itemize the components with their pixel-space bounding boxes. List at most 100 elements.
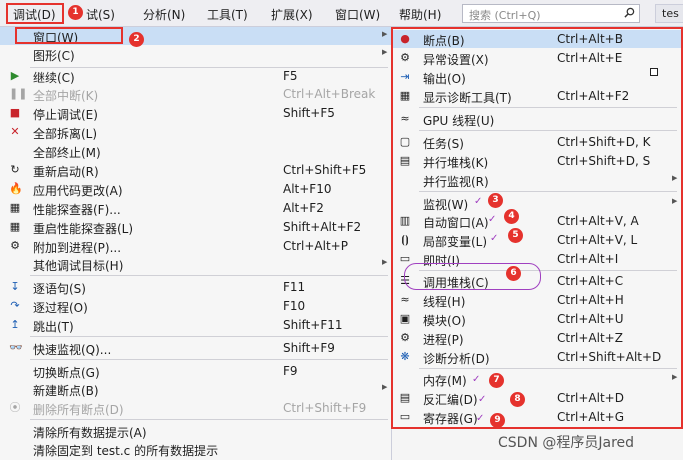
annotation-badge: 6 <box>506 266 521 281</box>
profiler-icon: ▦ <box>9 220 21 233</box>
tasks-icon: ▢ <box>399 135 411 148</box>
search-input[interactable]: 搜索 (Ctrl+Q) <box>462 4 640 23</box>
menu-item-attach-to-process[interactable]: ⚙ 附加到进程(P)... Ctrl+Alt+P <box>0 237 392 255</box>
menu-item-apply-code-changes[interactable]: 🔥 应用代码更改(A) Alt+F10 <box>0 180 392 198</box>
flame-icon: 🔥 <box>9 182 23 195</box>
check-mark-icon: ✓ <box>488 214 497 225</box>
output-icon: ⇥ <box>400 70 410 83</box>
submenu-arrow-icon: ▶ <box>672 197 678 205</box>
annotation-badge: 8 <box>510 392 525 407</box>
menu-item-registers[interactable]: ▭ 寄存器(G) Ctrl+Alt+G <box>393 408 681 426</box>
menu-item-restart[interactable]: ↻ 重新启动(R) Ctrl+Shift+F5 <box>0 161 392 179</box>
menu-item-step-over[interactable]: ↷ 逐过程(O) F10 <box>0 297 392 315</box>
menu-item-terminate-all[interactable]: 全部终止(M) <box>0 142 392 160</box>
document-tab[interactable]: tes <box>655 4 683 23</box>
selection-marker <box>650 68 658 76</box>
check-mark-icon: ✓ <box>474 196 483 207</box>
debug-menu: 窗口(W) ▶ 图形(C) ▶ ▶ 继续(C) F5 ❚❚ 全部中断(K) Ctrl+Alt… <box>0 27 392 460</box>
menu-help[interactable]: 帮助(H) <box>399 6 441 23</box>
menu-test[interactable]: 试(S) <box>86 6 115 23</box>
submenu-arrow-icon: ▶ <box>382 48 388 56</box>
stop-icon: ■ <box>9 106 21 119</box>
annotation-badge: 1 <box>68 5 83 20</box>
menu-item-step-into[interactable]: ↧ 逐语句(S) F11 <box>0 278 392 296</box>
restart-icon: ↻ <box>10 163 20 176</box>
window-submenu: ● 断点(B) Ctrl+Alt+B ⚙ 异常设置(X) Ctrl+Alt+E ⇥ 输出(… <box>391 27 683 429</box>
close-icon: ✕ <box>10 125 20 138</box>
menu-item-stop-debugging[interactable]: ■ 停止调试(E) Shift+F5 <box>0 104 392 122</box>
step-into-icon: ↧ <box>10 280 20 293</box>
attach-icon: ⚙ <box>10 239 20 252</box>
menu-item-processes[interactable]: ⚙ 进程(P) Ctrl+Alt+Z <box>393 329 681 347</box>
menu-item-delete-all-breakpoints[interactable]: ⦿ 删除所有断点(D) Ctrl+Shift+F9 <box>0 399 392 417</box>
menu-item-parallel-watch[interactable]: 并行监视(R) ▶ <box>393 171 681 189</box>
menu-item-gpu-threads[interactable]: ≈ GPU 线程(U) <box>393 110 681 129</box>
menu-item-quick-watch[interactable]: 👓 快速监视(Q)... Shift+F9 <box>0 339 392 357</box>
check-mark-icon: ✓ <box>478 394 487 405</box>
menu-item-watch[interactable]: 监视(W) ▶ <box>393 194 681 212</box>
gpu-threads-icon: ≈ <box>400 112 410 125</box>
pause-icon: ❚❚ <box>9 87 28 100</box>
registers-icon: ▭ <box>399 410 411 423</box>
menu-window[interactable]: 窗口(W) <box>335 6 380 23</box>
autos-icon: ▥ <box>399 214 411 227</box>
menu-extensions[interactable]: 扩展(X) <box>271 6 313 23</box>
menu-item-diagnostic-analysis[interactable]: ❋ 诊断分析(D) Ctrl+Shift+Alt+D <box>393 348 681 366</box>
parallel-stacks-icon: ▤ <box>399 154 411 167</box>
locals-icon: ⦗⦘ <box>401 233 409 246</box>
search-icon <box>624 7 635 18</box>
menu-item-performance-profiler[interactable]: ▦ 性能探查器(F)... Alt+F2 <box>0 199 392 217</box>
menu-item-step-out[interactable]: ↥ 跳出(T) Shift+F11 <box>0 316 392 334</box>
check-mark-icon: ✓ <box>472 374 481 385</box>
glasses-icon: 👓 <box>9 341 23 354</box>
menu-item-disassembly[interactable]: ▤ 反汇编(D) Ctrl+Alt+D <box>393 389 681 407</box>
menu-item-new-breakpoint[interactable]: 新建断点(B) ▶ <box>0 380 392 398</box>
threads-icon: ≈ <box>400 293 410 306</box>
annotation-badge: 5 <box>508 228 523 243</box>
submenu-arrow-icon: ▶ <box>382 30 388 38</box>
submenu-arrow-icon: ▶ <box>382 383 388 391</box>
processes-icon: ⚙ <box>400 331 410 344</box>
profiler-icon: ▦ <box>9 201 21 214</box>
annotation-badge: 9 <box>490 413 505 428</box>
menu-item-clear-all-datatips[interactable]: 清除所有数据提示(A) <box>0 422 392 440</box>
menu-analyze[interactable]: 分析(N) <box>143 6 185 23</box>
menu-item-locals[interactable]: ⦗⦘ 局部变量(L) Ctrl+Alt+V, L <box>393 231 681 249</box>
menu-item-threads[interactable]: ≈ 线程(H) Ctrl+Alt+H <box>393 291 681 309</box>
search-placeholder: 搜索 (Ctrl+Q) <box>469 9 541 22</box>
delete-breakpoints-icon: ⦿ <box>9 401 21 414</box>
annotation-badge: 2 <box>129 32 144 47</box>
breakpoint-icon: ● <box>400 32 410 45</box>
menu-item-breakpoints[interactable]: ● 断点(B) Ctrl+Alt+B <box>393 30 681 48</box>
exception-icon: ⚙ <box>400 51 410 64</box>
menu-item-modules[interactable]: ▣ 模块(O) Ctrl+Alt+U <box>393 310 681 328</box>
modules-icon: ▣ <box>399 312 411 325</box>
menu-item-exception-settings[interactable]: ⚙ 异常设置(X) Ctrl+Alt+E <box>393 49 681 67</box>
menu-item-graphics[interactable]: 图形(C) ▶ <box>0 45 392 63</box>
menu-item-diagnostic-tools[interactable]: ▦ 显示诊断工具(T) Ctrl+Alt+F2 <box>393 87 681 105</box>
menu-item-toggle-breakpoint[interactable]: 切换断点(G) F9 <box>0 362 392 380</box>
menu-item-clear-pinned-datatips[interactable]: 清除固定到 test.c 的所有数据提示 <box>0 440 392 458</box>
analysis-icon: ❋ <box>400 350 410 363</box>
menu-item-relaunch-profiler[interactable]: ▦ 重启性能探查器(L) Shift+Alt+F2 <box>0 218 392 236</box>
menu-item-detach-all[interactable]: ✕ 全部拆离(L) <box>0 123 392 142</box>
menu-item-tasks[interactable]: ▢ 任务(S) Ctrl+Shift+D, K <box>393 133 681 151</box>
check-mark-icon: ✓ <box>476 413 485 424</box>
menu-item-other-debug-targets[interactable]: 其他调试目标(H) ▶ <box>0 255 392 273</box>
annotation-box-debug <box>6 3 64 24</box>
step-out-icon: ↥ <box>10 318 20 331</box>
menu-item-parallel-stacks[interactable]: ▤ 并行堆栈(K) Ctrl+Shift+D, S <box>393 152 681 170</box>
annotation-ring-call-stack <box>404 263 541 290</box>
menu-item-continue[interactable]: ▶ 继续(C) F5 <box>0 67 392 85</box>
submenu-arrow-icon: ▶ <box>672 174 678 182</box>
menu-tools[interactable]: 工具(T) <box>207 6 248 23</box>
disassembly-icon: ▤ <box>399 391 411 404</box>
submenu-arrow-icon: ▶ <box>672 373 678 381</box>
step-over-icon: ↷ <box>10 299 20 312</box>
menu-item-break-all[interactable]: ❚❚ 全部中断(K) Ctrl+Alt+Break <box>0 85 392 103</box>
annotation-badge: 7 <box>489 373 504 388</box>
menu-item-memory[interactable]: 内存(M) ▶ <box>393 370 681 388</box>
menu-item-output[interactable]: ⇥ 输出(O) <box>393 68 681 87</box>
menu-item-autos[interactable]: ▥ 自动窗口(A) Ctrl+Alt+V, A <box>393 212 681 230</box>
annotation-box-window <box>15 27 123 44</box>
